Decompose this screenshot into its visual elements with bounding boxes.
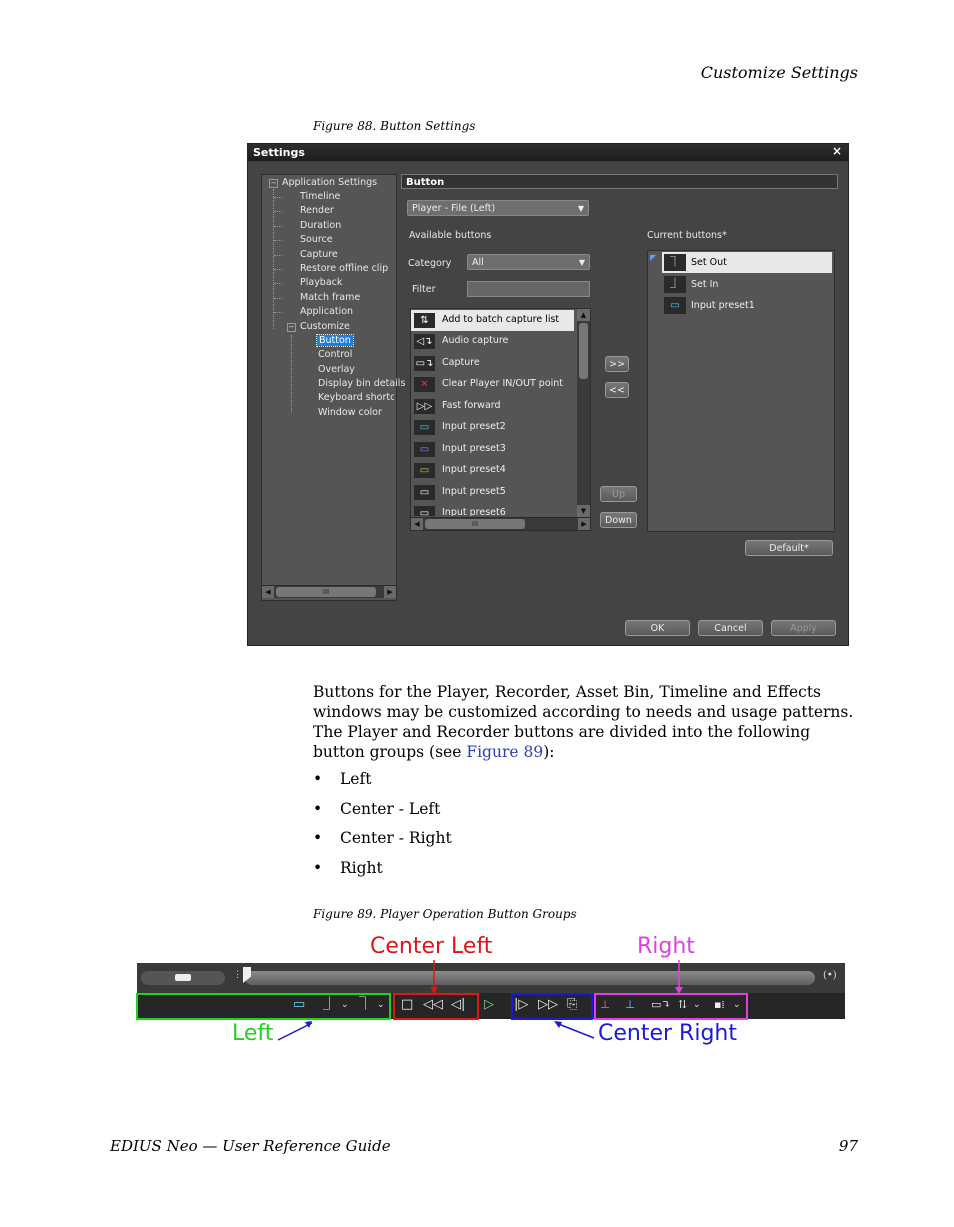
center-right-label: Center Right [598,1021,737,1046]
annotation-arrows [277,960,683,1041]
right-label: Right [637,934,695,959]
footer-title: EDIUS Neo — User Reference Guide [110,1137,391,1155]
center-left-label: Center Left [370,934,493,959]
page-number: 97 [838,1137,858,1155]
left-label: Left [232,1021,274,1046]
